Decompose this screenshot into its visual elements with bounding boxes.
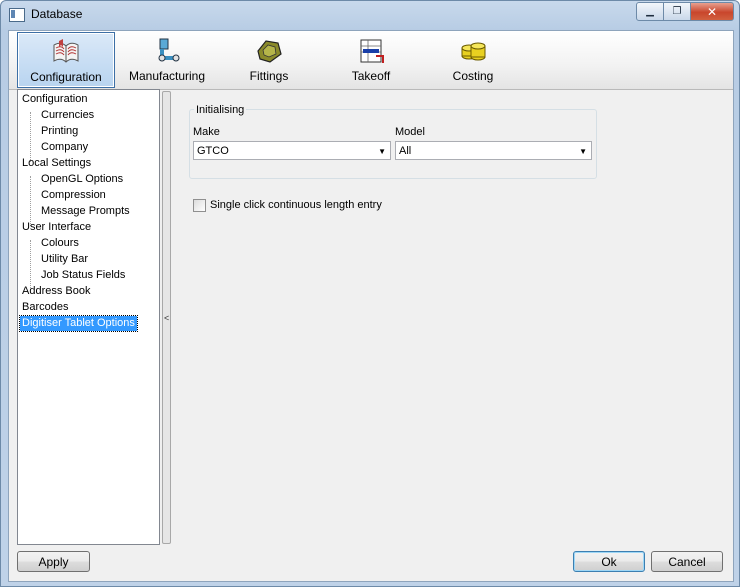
takeoff-icon: [360, 39, 384, 63]
tree-item-printing[interactable]: Printing: [41, 124, 78, 139]
minimize-icon[interactable]: ▁: [636, 2, 664, 21]
category-toolbar: Configuration Manufacturing Fittings Tak…: [9, 31, 733, 90]
tab-label: Takeoff: [351, 69, 391, 83]
group-title: Initialising: [194, 104, 247, 116]
tab-label: Manufacturing: [128, 69, 206, 83]
make-value: GTCO: [197, 145, 229, 157]
collapse-arrow-icon[interactable]: <: [164, 314, 169, 323]
tree-item-compression[interactable]: Compression: [41, 188, 106, 203]
tree-item-message-prompts[interactable]: Message Prompts: [41, 204, 130, 219]
apply-button[interactable]: Apply: [17, 551, 90, 572]
tree-item-user-interface[interactable]: User Interface: [22, 220, 91, 235]
model-value: All: [399, 145, 412, 157]
panel-splitter[interactable]: <: [162, 91, 171, 544]
tree-item-job-status-fields[interactable]: Job Status Fields: [41, 268, 125, 283]
tab-label: Configuration: [30, 70, 102, 84]
tree-item-digitiser-tablet-options[interactable]: Digitiser Tablet Options: [19, 315, 138, 332]
dropdown-arrow-icon[interactable]: ▼: [378, 142, 386, 161]
title-bar[interactable]: Database ▁ ❐ ✕: [1, 1, 739, 29]
ok-button[interactable]: Ok: [573, 551, 645, 572]
app-window-icon: [9, 8, 25, 22]
tree-item-local-settings[interactable]: Local Settings: [22, 156, 91, 171]
tab-fittings[interactable]: Fittings: [221, 32, 317, 86]
tree-item-opengl-options[interactable]: OpenGL Options: [41, 172, 123, 187]
tree-item-address-book[interactable]: Address Book: [22, 284, 90, 299]
tree-item-company[interactable]: Company: [41, 140, 88, 155]
model-label: Model: [395, 126, 425, 138]
tab-configuration[interactable]: Configuration: [17, 32, 115, 88]
tree-connector: [30, 240, 31, 290]
close-icon[interactable]: ✕: [690, 2, 734, 21]
cancel-button[interactable]: Cancel: [651, 551, 723, 572]
tree-connector: [30, 112, 31, 162]
tree-item-barcodes[interactable]: Barcodes: [22, 300, 68, 315]
make-select[interactable]: GTCO ▼: [193, 141, 391, 160]
tree-item-utility-bar[interactable]: Utility Bar: [41, 252, 88, 267]
dropdown-arrow-icon[interactable]: ▼: [579, 142, 587, 161]
settings-panel: Initialising Make GTCO ▼ Model All ▼ Sin…: [177, 89, 727, 543]
tab-costing[interactable]: Costing: [425, 32, 521, 86]
make-label: Make: [193, 126, 220, 138]
tree-connector: [30, 176, 31, 226]
tab-label: Costing: [452, 69, 494, 83]
tree-item-currencies[interactable]: Currencies: [41, 108, 94, 123]
database-window: Database ▁ ❐ ✕ Configuration Manufacturi…: [0, 0, 740, 587]
settings-tree[interactable]: Configuration Currencies Printing Compan…: [17, 89, 160, 545]
coins-icon: [461, 42, 486, 61]
single-click-checkbox[interactable]: [193, 199, 206, 212]
tab-label: Fittings: [249, 69, 289, 83]
tab-takeoff[interactable]: Takeoff: [323, 32, 419, 86]
client-area: Configuration Manufacturing Fittings Tak…: [8, 30, 734, 582]
tab-manufacturing[interactable]: Manufacturing: [119, 32, 215, 86]
book-icon: [53, 39, 79, 63]
fitting-icon: [257, 40, 282, 63]
pipe-machine-icon: [158, 38, 180, 62]
maximize-icon[interactable]: ❐: [663, 2, 691, 21]
tree-item-configuration[interactable]: Configuration: [22, 92, 87, 107]
window-controls: ▁ ❐ ✕: [636, 2, 734, 21]
single-click-label[interactable]: Single click continuous length entry: [210, 198, 382, 212]
window-title: Database: [31, 7, 83, 21]
tree-item-colours[interactable]: Colours: [41, 236, 79, 251]
model-select[interactable]: All ▼: [395, 141, 592, 160]
